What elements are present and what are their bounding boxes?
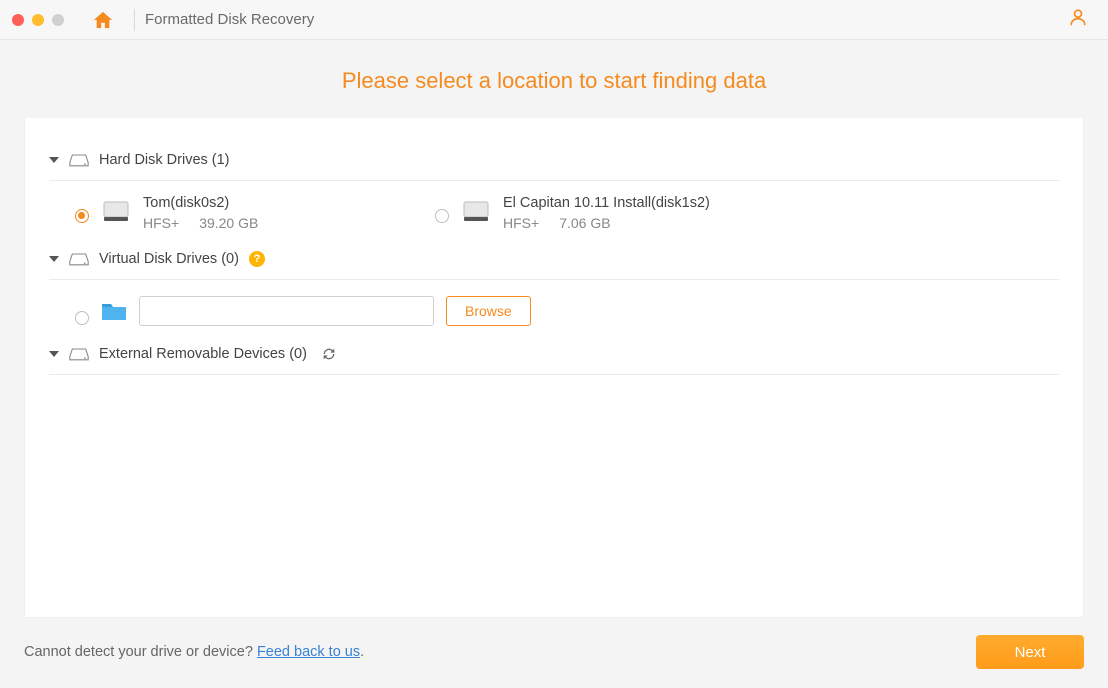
drive-filesystem: HFS+ — [503, 215, 539, 231]
page-title: Formatted Disk Recovery — [145, 11, 314, 28]
hard-drive-icon — [69, 152, 89, 168]
drive-name: El Capitan 10.11 Install(disk1s2) — [503, 195, 710, 211]
virtual-path-input[interactable] — [139, 296, 434, 326]
footer: Cannot detect your drive or device? Feed… — [0, 616, 1108, 688]
drive-radio[interactable] — [75, 209, 89, 223]
drive-name: Tom(disk0s2) — [143, 195, 258, 211]
drive-size: 39.20 GB — [199, 215, 258, 231]
feedback-link[interactable]: Feed back to us — [257, 644, 360, 660]
virtual-radio[interactable] — [75, 311, 89, 325]
virtual-path-row: Browse — [49, 290, 1059, 340]
divider — [49, 180, 1059, 181]
chevron-down-icon — [49, 157, 59, 163]
drive-size: 7.06 GB — [559, 215, 610, 231]
section-hdd-title: Hard Disk Drives (1) — [99, 152, 230, 168]
internal-drive-icon — [101, 197, 131, 227]
drive-item[interactable]: El Capitan 10.11 Install(disk1s2) HFS+ 7… — [435, 195, 755, 231]
help-icon[interactable]: ? — [249, 251, 265, 267]
chevron-down-icon — [49, 351, 59, 357]
drive-info: El Capitan 10.11 Install(disk1s2) HFS+ 7… — [503, 195, 710, 231]
refresh-icon[interactable] — [321, 346, 337, 362]
location-panel: Hard Disk Drives (1) Tom(disk0s2) HFS+ 3… — [24, 118, 1084, 618]
user-account-button[interactable] — [1060, 3, 1096, 36]
internal-drive-icon — [461, 197, 491, 227]
section-virtual-header[interactable]: Virtual Disk Drives (0) ? — [49, 245, 1059, 273]
home-button[interactable] — [84, 6, 122, 34]
minimize-window-button[interactable] — [32, 14, 44, 26]
maximize-window-button[interactable] — [52, 14, 64, 26]
hdd-drive-list: Tom(disk0s2) HFS+ 39.20 GB El Capitan 10… — [49, 191, 1059, 245]
footer-period: . — [360, 644, 364, 660]
section-external-header[interactable]: External Removable Devices (0) — [49, 340, 1059, 368]
section-external-title: External Removable Devices (0) — [99, 346, 307, 362]
user-icon — [1068, 7, 1088, 27]
drive-radio[interactable] — [435, 209, 449, 223]
drive-filesystem: HFS+ — [143, 215, 179, 231]
footer-prompt: Cannot detect your drive or device? — [24, 644, 257, 660]
next-button[interactable]: Next — [976, 635, 1084, 669]
titlebar: Formatted Disk Recovery — [0, 0, 1108, 40]
drive-info: Tom(disk0s2) HFS+ 39.20 GB — [143, 195, 258, 231]
divider — [49, 279, 1059, 280]
hard-drive-icon — [69, 346, 89, 362]
divider — [49, 374, 1059, 375]
instruction-heading: Please select a location to start findin… — [0, 40, 1108, 118]
footer-text: Cannot detect your drive or device? Feed… — [24, 644, 364, 660]
close-window-button[interactable] — [12, 14, 24, 26]
window-controls — [12, 14, 64, 26]
browse-button[interactable]: Browse — [446, 296, 531, 326]
drive-item[interactable]: Tom(disk0s2) HFS+ 39.20 GB — [75, 195, 395, 231]
hard-drive-icon — [69, 251, 89, 267]
section-virtual-title: Virtual Disk Drives (0) — [99, 251, 239, 267]
separator — [134, 9, 135, 31]
folder-icon — [101, 300, 127, 322]
home-icon — [92, 10, 114, 30]
chevron-down-icon — [49, 256, 59, 262]
section-hdd-header[interactable]: Hard Disk Drives (1) — [49, 146, 1059, 174]
